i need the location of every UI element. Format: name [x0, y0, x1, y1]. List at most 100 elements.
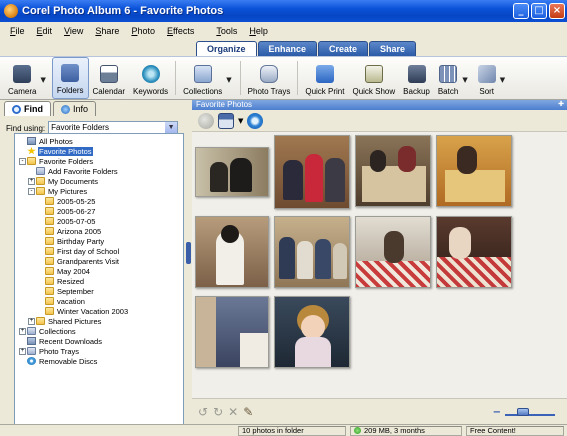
tree-node[interactable]: - My Pictures	[15, 186, 183, 196]
photo-thumbnail[interactable]	[274, 296, 350, 368]
tree-node[interactable]: + Shared Pictures	[15, 316, 183, 326]
sort-dropdown-icon[interactable]: ▼	[500, 72, 505, 84]
tree-node[interactable]: Add Favorite Folders	[15, 166, 183, 176]
tree-node[interactable]: Birthday Party	[15, 236, 183, 246]
photo-thumbnail[interactable]	[274, 135, 350, 209]
photo-thumbnail[interactable]	[436, 216, 512, 288]
folder-icon	[45, 197, 54, 205]
pin-icon[interactable]: ✚	[558, 100, 564, 110]
menu-effects[interactable]: Effects	[161, 26, 200, 36]
tree-node[interactable]: Removable Discs	[15, 356, 183, 366]
tree-node[interactable]: Recent Downloads	[15, 336, 183, 346]
collections-button[interactable]: Collections	[179, 57, 226, 99]
delete-icon[interactable]: ✕	[228, 405, 238, 419]
zoom-slider[interactable]	[505, 408, 555, 416]
tree-node[interactable]: + My Documents	[15, 176, 183, 186]
collapse-icon[interactable]: -	[28, 187, 35, 195]
tree-node[interactable]: Winter Vacation 2003	[15, 306, 183, 316]
batch-dropdown-icon[interactable]: ▼	[462, 72, 467, 84]
tree-node[interactable]: May 2004	[15, 266, 183, 276]
tree-node[interactable]: 2005-07-05	[15, 216, 183, 226]
photo-thumbnail[interactable]	[436, 135, 512, 207]
photo-thumbnail[interactable]	[195, 296, 269, 368]
menu-photo[interactable]: Photo	[125, 26, 161, 36]
tree-node[interactable]: Grandparents Visit	[15, 256, 183, 266]
tab-organize[interactable]: Organize	[196, 41, 257, 56]
tree-node-label: Arizona 2005	[57, 226, 102, 236]
camera-dropdown-icon[interactable]: ▼	[40, 72, 45, 84]
menu-share[interactable]: Share	[89, 26, 125, 36]
backup-button[interactable]: Backup	[399, 57, 434, 99]
folder-tree[interactable]: All Photos Favorite Photos - Favorite Folde…	[14, 133, 184, 429]
menu-view[interactable]: View	[58, 26, 89, 36]
title-bar[interactable]: Corel Photo Album 6 - Favorite Photos _ …	[0, 0, 567, 22]
photo-thumbnail[interactable]	[355, 135, 431, 207]
folder-icon	[45, 227, 54, 235]
batch-button[interactable]: Batch	[434, 57, 462, 99]
tree-node[interactable]: 2005-06-27	[15, 206, 183, 216]
photo-thumbnail[interactable]	[355, 216, 431, 288]
tree-node[interactable]: All Photos	[15, 136, 183, 146]
folder-icon	[45, 217, 54, 225]
quick-print-button[interactable]: Quick Print	[301, 57, 348, 99]
calendar-icon	[99, 65, 118, 83]
expand-icon[interactable]: +	[28, 177, 35, 185]
tab-create[interactable]: Create	[318, 41, 369, 56]
tree-node[interactable]: First day of School	[15, 246, 183, 256]
photo-thumbnail[interactable]	[195, 216, 269, 288]
calendar-button[interactable]: Calendar	[89, 57, 129, 99]
sort-button[interactable]: Sort	[474, 57, 500, 99]
save-dropdown-icon[interactable]: ▼	[238, 117, 243, 125]
collapse-icon[interactable]: -	[19, 157, 26, 165]
minimize-button[interactable]: _	[513, 3, 529, 19]
tab-find[interactable]: Find	[4, 101, 51, 116]
slideshow-icon	[364, 65, 383, 83]
maximize-button[interactable]: □	[531, 3, 547, 19]
photo-thumbnail[interactable]	[274, 216, 350, 288]
rotate-right-icon[interactable]: ↻	[213, 405, 223, 419]
splitter-grip[interactable]	[186, 242, 191, 264]
collections-dropdown-icon[interactable]: ▼	[226, 72, 231, 84]
tree-node[interactable]: - Favorite Folders	[15, 156, 183, 166]
pane-splitter[interactable]	[186, 100, 191, 430]
free-content-link[interactable]: Free Content!	[466, 426, 564, 436]
photo-trays-button[interactable]: Photo Trays	[244, 57, 295, 99]
tab-enhance[interactable]: Enhance	[257, 41, 318, 56]
expand-icon[interactable]: +	[19, 327, 26, 335]
menu-edit[interactable]: Edit	[31, 26, 59, 36]
tree-node[interactable]: Arizona 2005	[15, 226, 183, 236]
expand-icon[interactable]: +	[28, 317, 35, 325]
tab-share[interactable]: Share	[369, 41, 417, 56]
photo-thumbnail[interactable]	[195, 147, 269, 197]
quick-show-button[interactable]: Quick Show	[348, 57, 399, 99]
brush-icon[interactable]: ✎	[243, 405, 253, 419]
menu-file[interactable]: File	[4, 26, 31, 36]
tree-node[interactable]: Resized	[15, 276, 183, 286]
tree-node[interactable]: Favorite Photos	[15, 146, 183, 156]
rotate-left-icon[interactable]: ↺	[198, 405, 208, 419]
tree-node[interactable]: vacation	[15, 296, 183, 306]
tree-node[interactable]: + Collections	[15, 326, 183, 336]
disc-icon	[27, 357, 36, 365]
comment-icon[interactable]	[198, 112, 214, 129]
save-icon[interactable]	[218, 112, 234, 129]
menu-help[interactable]: Help	[243, 26, 274, 36]
folder-icon	[45, 307, 54, 315]
sort-label: Sort	[479, 87, 495, 96]
tree-node-label: Birthday Party	[57, 236, 105, 246]
tree-node-label: Shared Pictures	[48, 316, 102, 326]
help-icon[interactable]	[247, 112, 264, 129]
zoom-out-icon[interactable]: −	[493, 407, 501, 418]
folders-button[interactable]: Folders	[51, 57, 89, 99]
tree-node[interactable]: + Photo Trays	[15, 346, 183, 356]
photo-gallery[interactable]	[192, 132, 567, 398]
close-button[interactable]: ×	[549, 3, 565, 19]
menu-tools[interactable]: Tools	[210, 26, 243, 36]
tab-info[interactable]: Info	[53, 101, 97, 116]
tree-node[interactable]: 2005-05-25	[15, 196, 183, 206]
zoom-slider-handle[interactable]	[517, 408, 529, 416]
expand-icon[interactable]: +	[19, 347, 26, 355]
keywords-button[interactable]: Keywords	[129, 57, 172, 99]
tree-node[interactable]: September	[15, 286, 183, 296]
camera-button[interactable]: Camera	[4, 57, 40, 99]
